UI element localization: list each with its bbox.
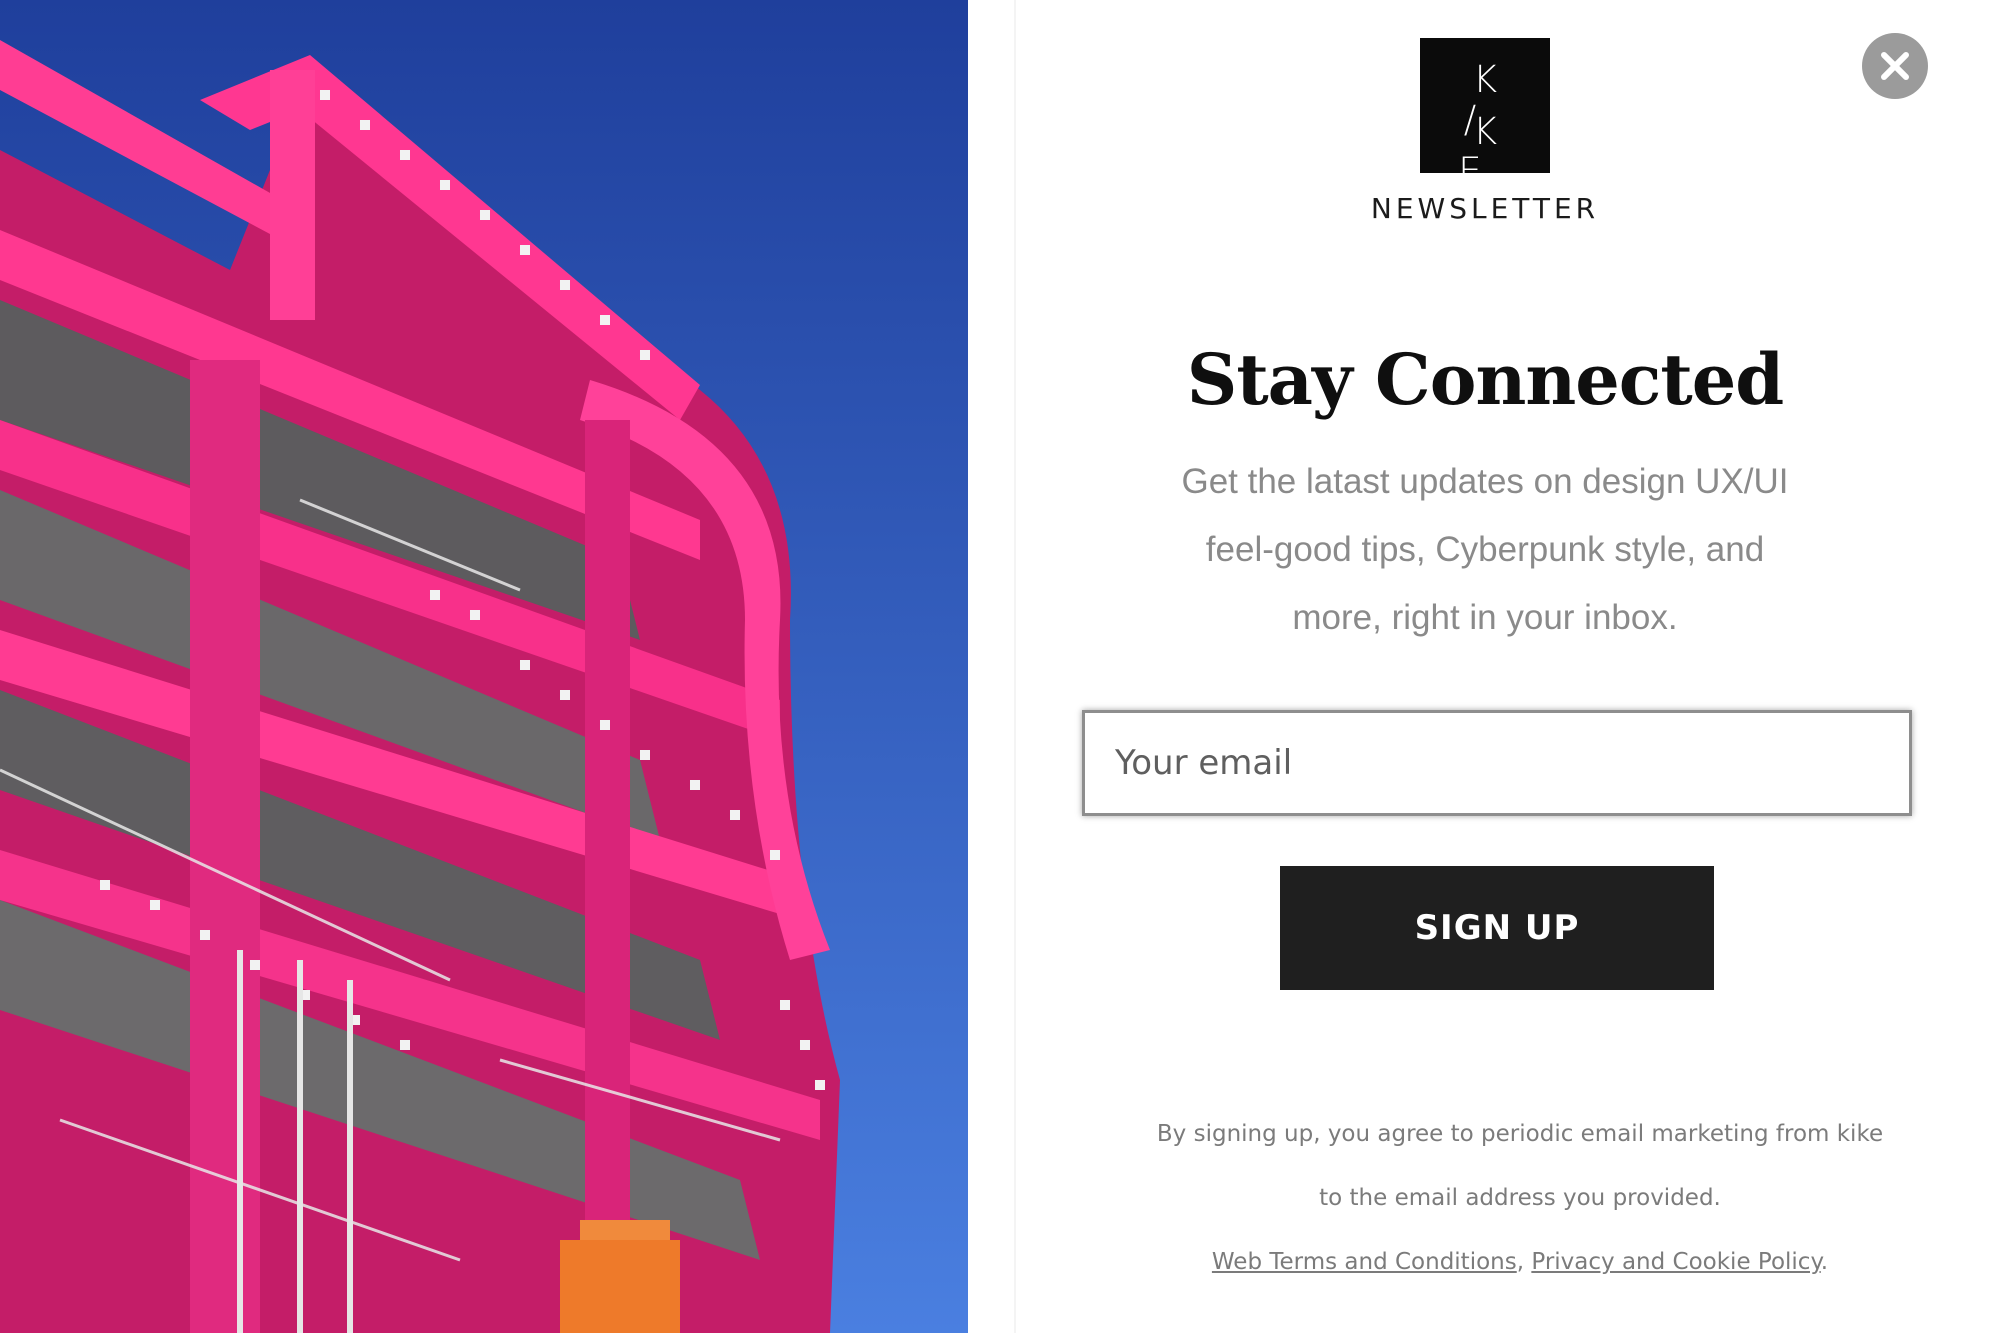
consent-line-2: to the email address you provided. (1319, 1185, 1721, 1211)
close-icon (1881, 52, 1909, 80)
subtext: Get the latast updates on design UX/UI f… (1130, 448, 1840, 652)
hero-image (0, 0, 968, 1333)
consent-links: Web Terms and Conditions, Privacy and Co… (1140, 1230, 1900, 1294)
brand-logo: K / K E (1420, 38, 1550, 192)
logo-line-2: K E (1458, 110, 1528, 193)
email-field[interactable] (1082, 710, 1912, 816)
pink-building-photo (0, 0, 968, 1333)
newsletter-label: NEWSLETTER (1370, 192, 1600, 225)
subtext-line-1: Get the latast updates on design UX/UI (1181, 462, 1789, 501)
links-end: . (1820, 1249, 1829, 1275)
close-button[interactable] (1862, 33, 1928, 99)
headline: Stay Connected (1186, 338, 1784, 421)
consent-text: By signing up, you agree to periodic ema… (1140, 1102, 1900, 1294)
subtext-line-3: more, right in your inbox. (1292, 598, 1678, 637)
terms-link[interactable]: Web Terms and Conditions (1212, 1249, 1517, 1275)
consent-line-1: By signing up, you agree to periodic ema… (1156, 1121, 1884, 1147)
privacy-link[interactable]: Privacy and Cookie Policy (1531, 1249, 1820, 1275)
newsletter-modal: K / K E NEWSLETTER Stay Connected Get th… (0, 0, 2000, 1333)
links-separator: , (1516, 1249, 1525, 1275)
subtext-line-2: feel-good tips, Cyberpunk style, and (1205, 530, 1765, 569)
signup-button[interactable]: SIGN UP (1280, 866, 1714, 990)
